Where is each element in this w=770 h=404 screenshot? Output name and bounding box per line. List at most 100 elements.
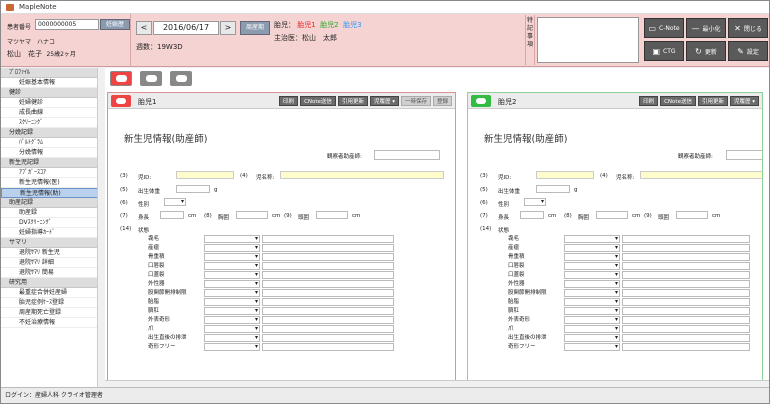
sidebar-item[interactable]: ｽｸﾘｰﾆﾝｸﾞ — [1, 118, 104, 128]
child-id-input[interactable] — [536, 171, 594, 179]
sidebar-item[interactable]: 退院ｻﾏﾘ 簡易 — [1, 268, 104, 278]
state-note-input[interactable] — [262, 316, 394, 324]
panel-action-button[interactable]: 引用更新 — [697, 96, 728, 106]
height-input[interactable] — [520, 211, 544, 219]
sidebar-item[interactable]: 不妊治療情報 — [1, 318, 104, 328]
fetus-2-link[interactable]: 胎児2 — [320, 21, 338, 29]
tab-fetus-1[interactable] — [110, 71, 132, 86]
refresh-button[interactable]: ↻ 更新 — [686, 41, 726, 61]
state-note-input[interactable] — [262, 253, 394, 261]
sidebar-category[interactable]: サマリ — [1, 238, 104, 248]
head-input[interactable] — [676, 211, 708, 219]
sidebar-item[interactable]: 胎児症例ｹｰｽ登録 — [1, 298, 104, 308]
height-input[interactable] — [160, 211, 184, 219]
panel-action-button[interactable]: CNote送信 — [660, 96, 696, 106]
sex-select[interactable] — [524, 198, 546, 206]
minimize-button[interactable]: — 最小化 — [686, 18, 726, 38]
panel-action-button[interactable]: 一時保存 — [400, 96, 431, 106]
sidebar-item[interactable]: 最重症合併妊産婦 — [1, 288, 104, 298]
state-select[interactable] — [204, 343, 260, 351]
state-select[interactable] — [564, 235, 620, 243]
state-select[interactable] — [204, 289, 260, 297]
panel-action-button[interactable]: 登録 — [432, 96, 452, 106]
state-select[interactable] — [204, 235, 260, 243]
sidebar-item[interactable]: 周産期死亡登録 — [1, 308, 104, 318]
observer-input[interactable] — [726, 150, 762, 160]
child-name-input[interactable] — [280, 171, 444, 179]
sidebar-item[interactable]: ﾊﾟﾙﾄｸﾞﾗﾑ — [1, 138, 104, 148]
head-input[interactable] — [316, 211, 348, 219]
sidebar-item[interactable]: 新生児情報(助) — [1, 188, 104, 198]
state-note-input[interactable] — [622, 316, 750, 324]
sidebar-category[interactable]: 助産記録 — [1, 198, 104, 208]
state-select[interactable] — [564, 316, 620, 324]
chest-input[interactable] — [236, 211, 268, 219]
state-select[interactable] — [204, 262, 260, 270]
state-select[interactable] — [564, 334, 620, 342]
fetus-1-link[interactable]: 胎児1 — [297, 21, 315, 29]
sidebar-item[interactable]: 妊婦健診 — [1, 98, 104, 108]
state-note-input[interactable] — [622, 244, 750, 252]
state-note-input[interactable] — [622, 271, 750, 279]
prev-date-button[interactable]: < — [136, 21, 152, 35]
sidebar-item[interactable]: 退院ｻﾏﾘ 新生児 — [1, 248, 104, 258]
panel-action-button[interactable]: CNote送信 — [300, 96, 336, 106]
birth-weight-input[interactable] — [536, 185, 570, 193]
pregnancy-history-button[interactable]: 妊娠歴 — [100, 19, 130, 30]
state-note-input[interactable] — [622, 325, 750, 333]
state-note-input[interactable] — [262, 325, 394, 333]
state-note-input[interactable] — [262, 298, 394, 306]
tab-fetus-3[interactable] — [170, 71, 192, 86]
state-note-input[interactable] — [622, 262, 750, 270]
state-select[interactable] — [564, 271, 620, 279]
sidebar-item[interactable]: 妊婦指導ｶｰﾄﾞ — [1, 228, 104, 238]
sidebar-category[interactable]: 研究用 — [1, 278, 104, 288]
sidebar-item[interactable]: 退院ｻﾏﾘ 詳細 — [1, 258, 104, 268]
sex-select[interactable] — [164, 198, 186, 206]
sidebar-item[interactable]: 分娩情報 — [1, 148, 104, 158]
state-note-input[interactable] — [262, 280, 394, 288]
sidebar-category[interactable]: 健診 — [1, 88, 104, 98]
state-select[interactable] — [204, 280, 260, 288]
cnote-button[interactable]: ▭ C-Note — [644, 18, 684, 38]
state-select[interactable] — [564, 262, 620, 270]
panel-action-button[interactable]: 印刷 — [279, 96, 299, 106]
panel-action-button[interactable]: 印刷 — [639, 96, 659, 106]
state-note-input[interactable] — [262, 262, 394, 270]
panel-action-button[interactable]: 引用更新 — [337, 96, 368, 106]
chest-input[interactable] — [596, 211, 628, 219]
sidebar-scrollbar[interactable] — [97, 68, 105, 387]
birth-weight-input[interactable] — [176, 185, 210, 193]
sidebar-item[interactable]: 成長曲線 — [1, 108, 104, 118]
sidebar-item[interactable]: 新生児情報(医) — [1, 178, 104, 188]
panel-action-button[interactable]: 児履歴 ▾ — [369, 96, 399, 106]
sidebar-category[interactable]: 分娩記録 — [1, 128, 104, 138]
state-select[interactable] — [564, 343, 620, 351]
sidebar-item[interactable]: ｱﾌﾟｶﾞｰｽｺｱ — [1, 168, 104, 178]
child-id-input[interactable] — [176, 171, 234, 179]
state-note-input[interactable] — [622, 280, 750, 288]
notes-field[interactable] — [537, 17, 639, 63]
date-field[interactable]: 2016/06/17 — [153, 21, 219, 35]
ctg-button[interactable]: ▣ CTG — [644, 41, 684, 61]
state-select[interactable] — [204, 271, 260, 279]
state-note-input[interactable] — [622, 253, 750, 261]
state-select[interactable] — [564, 244, 620, 252]
close-button[interactable]: ✕ 閉じる — [728, 18, 768, 38]
state-select[interactable] — [204, 307, 260, 315]
state-select[interactable] — [564, 298, 620, 306]
state-note-input[interactable] — [622, 235, 750, 243]
state-select[interactable] — [204, 325, 260, 333]
observer-input[interactable] — [374, 150, 440, 160]
state-select[interactable] — [564, 307, 620, 315]
state-select[interactable] — [564, 253, 620, 261]
state-note-input[interactable] — [262, 343, 394, 351]
state-note-input[interactable] — [622, 307, 750, 315]
sidebar-category[interactable]: 新生児記録 — [1, 158, 104, 168]
state-select[interactable] — [204, 244, 260, 252]
state-select[interactable] — [564, 280, 620, 288]
state-note-input[interactable] — [262, 244, 394, 252]
state-select[interactable] — [204, 298, 260, 306]
settings-button[interactable]: ✎ 設定 — [728, 41, 768, 61]
state-note-input[interactable] — [622, 334, 750, 342]
